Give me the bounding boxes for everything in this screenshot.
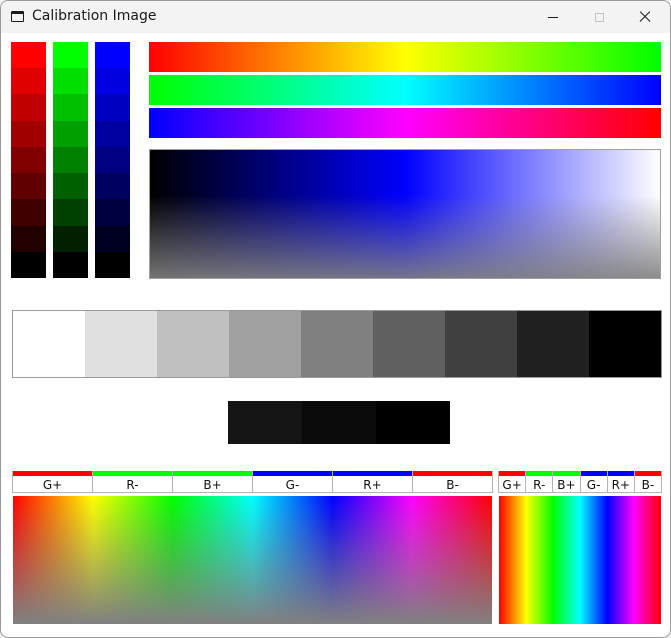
title-bar[interactable]: Calibration Image: [1, 1, 670, 33]
hue-saturation-gradient: [13, 496, 492, 624]
gray-step-8: [589, 311, 661, 377]
dark-step-1: [302, 401, 376, 444]
minimize-button[interactable]: [530, 1, 576, 33]
channel-color-bar: [607, 471, 634, 476]
window-title: Calibration Image: [32, 8, 157, 24]
blue-step-5: [95, 173, 130, 200]
dark-step-2: [376, 401, 450, 444]
channel-label-cell: R-: [526, 471, 554, 493]
near-black-steps: [228, 401, 450, 444]
blue-step-1: [95, 68, 130, 95]
blue-step-3: [95, 120, 130, 147]
channel-label-cell: G+: [498, 471, 527, 493]
hue-strip-blue-red: [149, 108, 661, 138]
channel-label-text: G+: [502, 478, 522, 492]
channel-label-cell: B+: [553, 471, 581, 493]
channel-label-text: R+: [363, 478, 382, 492]
hue-strip-green-blue: [149, 75, 661, 105]
channel-label-text: R-: [533, 478, 546, 492]
channel-color-bar: [634, 471, 662, 476]
blue-step-6: [95, 199, 130, 226]
red-step-2: [11, 94, 46, 121]
red-step-7: [11, 225, 46, 252]
green-steps-column: [53, 42, 88, 278]
channel-color-bar: [553, 471, 580, 476]
gray-step-6: [445, 311, 517, 377]
channel-label-text: G-: [285, 478, 300, 492]
gray-step-5: [373, 311, 445, 377]
gray-step-2: [157, 311, 229, 377]
gray-step-0: [13, 311, 85, 377]
blue-saturation-panel: [149, 149, 661, 279]
green-step-4: [53, 146, 88, 174]
green-step-2: [53, 94, 88, 121]
channel-label-text: G+: [42, 478, 63, 492]
channel-label-cell: G+: [12, 471, 93, 493]
channel-label-cell: R+: [333, 471, 413, 493]
channel-label-cell: B-: [634, 471, 663, 493]
channel-color-bar: [580, 471, 607, 476]
channel-label-cell: G-: [253, 471, 333, 493]
dark-step-0: [228, 401, 302, 444]
hue-spectrum-gradient: [499, 496, 661, 624]
calibration-window: Calibration Image G+ R- B+ G- R+ B- G+ R- B+ G- R…: [0, 0, 671, 638]
wide-channel-labels: G+ R- B+ G- R+ B-: [12, 471, 493, 493]
channel-color-bar: [173, 471, 252, 476]
gray-step-1: [85, 311, 157, 377]
hue-strip-red-green: [149, 42, 661, 72]
channel-label-text: B-: [641, 478, 655, 492]
red-step-1: [11, 68, 46, 95]
green-step-5: [53, 173, 88, 200]
gray-step-4: [301, 311, 373, 377]
red-step-5: [11, 173, 46, 200]
close-button[interactable]: [622, 1, 668, 33]
channel-label-text: R-: [126, 478, 139, 492]
narrow-channel-labels: G+ R- B+ G- R+ B-: [498, 471, 663, 493]
channel-label-text: G-: [586, 478, 601, 492]
blue-steps-column: [95, 42, 130, 278]
green-step-1: [53, 68, 88, 95]
channel-label-text: B+: [203, 478, 222, 492]
channel-label-text: R+: [611, 478, 630, 492]
red-step-4: [11, 146, 46, 174]
channel-label-text: B-: [446, 478, 459, 492]
blue-step-2: [95, 94, 130, 121]
red-step-8: [11, 251, 46, 278]
channel-color-bar: [333, 471, 412, 476]
red-step-6: [11, 199, 46, 226]
channel-color-bar: [93, 471, 172, 476]
close-icon: [639, 11, 651, 23]
channel-color-bar: [413, 471, 492, 476]
channel-label-text: B+: [557, 478, 576, 492]
channel-label-cell: G-: [580, 471, 608, 493]
red-steps-column: [11, 42, 46, 278]
channel-label-cell: R+: [607, 471, 635, 493]
channel-label-cell: R-: [93, 471, 173, 493]
grayscale-steps: [12, 310, 662, 378]
minimize-icon: [548, 16, 558, 18]
channel-label-cell: B+: [173, 471, 253, 493]
maximize-icon: [594, 12, 604, 22]
gray-step-3: [229, 311, 301, 377]
green-step-8: [53, 251, 88, 278]
blue-step-7: [95, 225, 130, 252]
green-step-6: [53, 199, 88, 226]
green-step-7: [53, 225, 88, 252]
channel-color-bar: [526, 471, 553, 476]
gray-step-7: [517, 311, 589, 377]
window-app-icon: [11, 11, 24, 22]
blue-step-8: [95, 251, 130, 278]
channel-label-cell: B-: [413, 471, 493, 493]
red-step-0: [11, 42, 46, 69]
channel-color-bar: [13, 471, 92, 476]
green-step-3: [53, 120, 88, 147]
green-step-0: [53, 42, 88, 69]
blue-step-4: [95, 146, 130, 174]
blue-step-0: [95, 42, 130, 69]
red-step-3: [11, 120, 46, 147]
maximize-button[interactable]: [576, 1, 622, 33]
channel-color-bar: [253, 471, 332, 476]
channel-color-bar: [499, 471, 526, 476]
